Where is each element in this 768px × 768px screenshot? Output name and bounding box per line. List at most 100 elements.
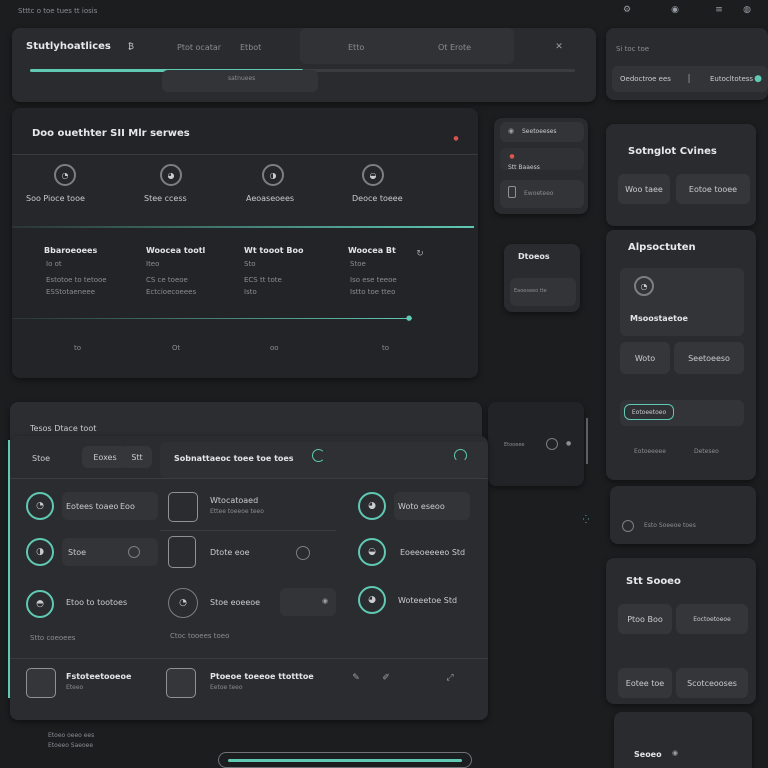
- side-card-two-slider[interactable]: Eotoeetoeo: [624, 404, 674, 420]
- bottom-title: Sobnattaeoc toee toe toes: [174, 454, 294, 463]
- bottom-top-label: Tesos Dtace toot: [30, 424, 97, 433]
- right-header-item[interactable]: Oedoctroe ees: [620, 75, 671, 83]
- row-one-c-icon[interactable]: ◕: [358, 492, 386, 520]
- bottom-tab-badge[interactable]: Stt: [122, 446, 152, 468]
- footer-item-one[interactable]: to: [74, 344, 81, 352]
- row-one-b-label: Wtocatoaed: [210, 496, 259, 505]
- side-card-one-title: Sotnglot Cvines: [628, 146, 717, 157]
- side-card-four-button-three-label: Eotee toe: [625, 678, 665, 688]
- overview-title: Doo ouethter SII Mlr serwes: [32, 128, 190, 139]
- sparkle-icon: ⁛: [582, 514, 590, 524]
- row-one-a-label: Eotees toaeo: [66, 502, 119, 511]
- metric-icon-one[interactable]: ◔: [54, 164, 76, 186]
- footer-item-two[interactable]: Ot: [172, 344, 180, 352]
- row-two-a-end-icon[interactable]: [128, 546, 140, 558]
- row-three-a-icon[interactable]: ◓: [26, 590, 54, 618]
- metric-label-two: Stee ccess: [144, 194, 187, 203]
- metric-label-three: Aeoaseoees: [246, 194, 295, 203]
- side-card-two-slider-label: Eotoeetoeo: [631, 408, 667, 416]
- mini-row-two-icon: ●: [509, 152, 515, 160]
- row-three-b-end-icon[interactable]: ◉: [320, 596, 330, 606]
- bottom-footer-divider: [10, 658, 488, 659]
- column-head-four: Woocea Bt: [348, 246, 396, 255]
- tab-two[interactable]: Etbot: [240, 43, 261, 52]
- bottom-tab-badge-label: Stt: [131, 452, 143, 462]
- metric-label-one: Soo Pioce tooe: [26, 194, 85, 203]
- footer-item-three[interactable]: oo: [270, 344, 279, 352]
- footer-pen-icon[interactable]: ✎: [350, 672, 362, 684]
- bottom-tab-chip-label: Eoxes: [93, 452, 117, 462]
- metric-icon-four[interactable]: ◒: [362, 164, 384, 186]
- tab-four[interactable]: Ot Erote: [438, 43, 471, 52]
- side-card-five-title: Seoeo: [634, 750, 662, 759]
- close-icon[interactable]: ✕: [552, 40, 566, 54]
- bottom-tab-label[interactable]: Stoe: [32, 454, 50, 463]
- side-card-one-button-one[interactable]: Woo taee: [618, 174, 670, 204]
- app-title: Stutlyhoatlices: [26, 41, 111, 52]
- scroll-thumb-icon[interactable]: ●: [404, 313, 414, 323]
- side-card-one-button-two[interactable]: Eotoe tooee: [676, 174, 750, 204]
- mini-row-three-label: Ewoeteeo: [524, 190, 554, 197]
- row-two-c-icon[interactable]: ◒: [358, 538, 386, 566]
- menu-icon[interactable]: ≡: [712, 3, 726, 17]
- footer-a-icon[interactable]: [26, 668, 56, 698]
- column-line-two-c: Ectcioecoeees: [146, 288, 197, 296]
- side-card-four-button-one-label: Ptoo Boo: [627, 614, 663, 624]
- right-header-item-two[interactable]: Eutocltotess: [710, 75, 753, 83]
- side-card-one-button-one-label: Woo taee: [625, 184, 663, 194]
- overview-divider: [12, 154, 478, 155]
- window-title: Stttc o toe tues tt iosis: [18, 7, 98, 15]
- bottom-sync-icon[interactable]: [454, 449, 467, 462]
- side-card-four-button-four[interactable]: Scotceooses: [676, 668, 748, 698]
- column-line-three-b: ECS tt tote: [244, 276, 282, 284]
- side-card-two-line-two: Deteseo: [694, 448, 719, 455]
- row-one-a-icon[interactable]: ◔: [26, 492, 54, 520]
- refresh-icon[interactable]: ↻: [414, 248, 426, 260]
- column-line-four-c: Istto toe tteo: [350, 288, 396, 296]
- side-card-three: Esto Soeeoe toes: [610, 486, 756, 544]
- column-line-one-b: Estotoe to tetooe: [46, 276, 107, 284]
- overview-panel: Doo ouethter SII Mlr serwes ● ◔ Soo Pioc…: [12, 108, 478, 378]
- vertical-scrollbar[interactable]: [586, 418, 588, 464]
- column-line-three-a: Sto: [244, 260, 256, 268]
- side-card-five-icon: ◉: [671, 749, 679, 757]
- user-icon[interactable]: ◉: [668, 3, 682, 17]
- mid-controls-knob[interactable]: [546, 438, 558, 450]
- tab-one[interactable]: Ptot ocatar: [177, 43, 221, 52]
- column-line-one-c: ESStotaeneee: [46, 288, 96, 296]
- mini-row-one-label: Seetoeeses: [522, 128, 557, 135]
- right-header-panel: Si toc toe Oedoctroe ees | Eutocltotess …: [606, 28, 768, 100]
- row-three-c-icon[interactable]: ◕: [358, 586, 386, 614]
- footer-edit-icon[interactable]: ✐: [380, 672, 392, 684]
- side-card-three-label: Esto Soeeoe toes: [644, 522, 696, 529]
- side-card-two-sub: Msoostaetoe: [630, 314, 688, 323]
- right-header-title: Si toc toe: [616, 45, 650, 53]
- side-card-four-button-two[interactable]: Eoctoetoeoe: [676, 604, 748, 634]
- progress-label: satnuees: [228, 75, 256, 82]
- notification-icon[interactable]: ◍: [740, 3, 754, 17]
- column-line-four-b: Iso ese teeoe: [350, 276, 397, 284]
- tab-three[interactable]: Etto: [348, 43, 364, 52]
- row-two-b-end-icon[interactable]: [296, 546, 310, 560]
- footer-item-four[interactable]: to: [382, 344, 389, 352]
- bottom-loader-icon: [312, 449, 325, 462]
- below-line-one: Etoeo oeeo ees: [48, 732, 95, 739]
- settings-icon[interactable]: ⚙: [620, 3, 634, 17]
- row-two-b-icon[interactable]: [168, 536, 196, 568]
- row-three-b-icon[interactable]: ◔: [168, 588, 198, 618]
- side-card-four-button-three[interactable]: Eotee toe: [618, 668, 672, 698]
- row-one-c-label: Woto eseoo: [398, 502, 445, 511]
- footer-b-icon[interactable]: [166, 668, 196, 698]
- row-note-two: Ctoc tooees toeo: [170, 632, 230, 640]
- side-card-two-button-one[interactable]: Woto: [620, 342, 670, 374]
- bottom-panel: Stoe Eoxes Stt Sobnattaeoc toee toe toes…: [8, 436, 488, 720]
- metric-icon-two[interactable]: ◕: [160, 164, 182, 186]
- footer-expand-icon[interactable]: ⤢: [444, 672, 456, 684]
- row-one-b-icon[interactable]: [168, 492, 198, 522]
- metric-icon-three[interactable]: ◑: [262, 164, 284, 186]
- side-card-four-title: Stt Sooeo: [626, 576, 681, 587]
- status-dot-icon: ●: [754, 74, 762, 84]
- side-card-four-button-one[interactable]: Ptoo Boo: [618, 604, 672, 634]
- row-two-a-icon[interactable]: ◑: [26, 538, 54, 566]
- side-card-two-button-two[interactable]: Seetoeeso: [674, 342, 744, 374]
